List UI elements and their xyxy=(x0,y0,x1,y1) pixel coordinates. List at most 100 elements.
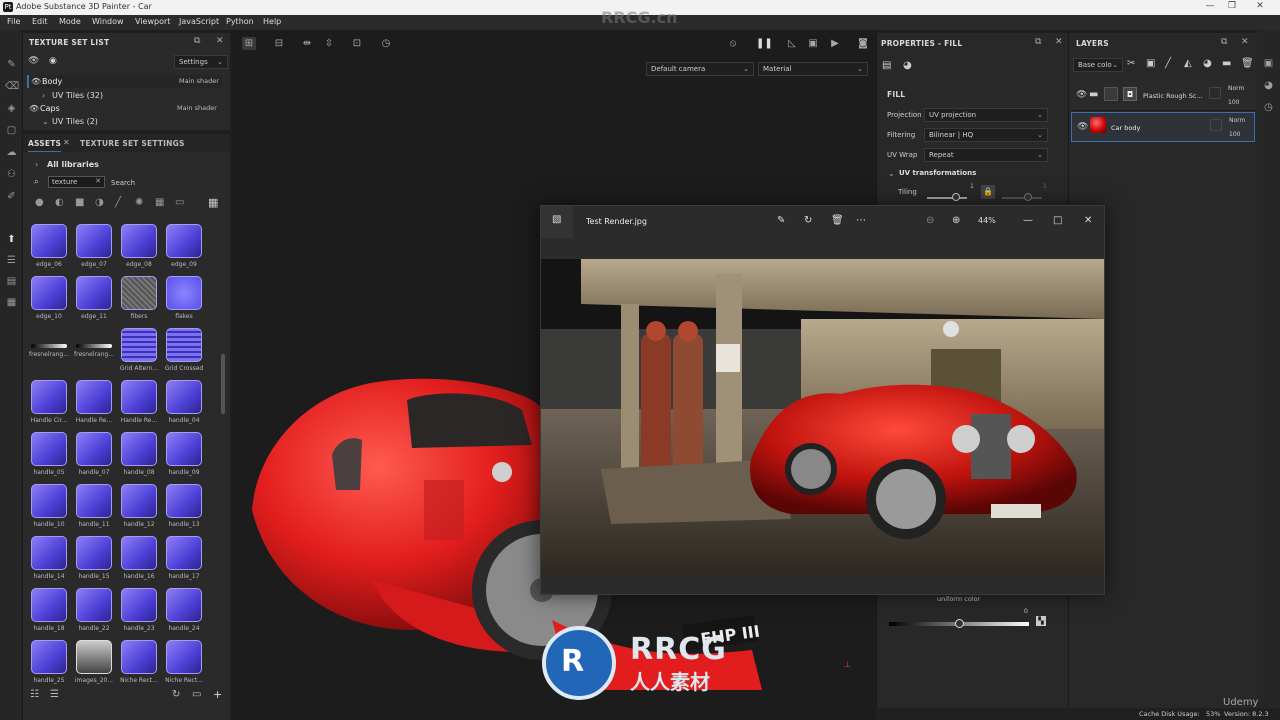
asset-tile[interactable]: handle_10 xyxy=(27,482,71,534)
asset-tile[interactable]: handle_17 xyxy=(162,534,206,586)
asset-tile[interactable]: handle_18 xyxy=(27,586,71,638)
eye-icon[interactable]: 👁 xyxy=(31,77,41,86)
visibility-toggle-icon[interactable]: 👁 xyxy=(28,56,39,66)
uvwrap-dropdown[interactable]: Repeat ⌄ xyxy=(924,148,1048,162)
minimize-icon[interactable]: — xyxy=(1023,215,1033,226)
asset-tile[interactable]: fibers xyxy=(117,274,161,326)
smudge-icon[interactable]: ☁ xyxy=(5,146,18,159)
close-icon[interactable]: ✕ xyxy=(216,36,224,46)
asset-tile[interactable]: handle_12 xyxy=(117,482,161,534)
cube-icon[interactable]: ▣ xyxy=(806,37,820,50)
asset-tile[interactable]: handle_09 xyxy=(162,430,206,482)
grayscale-slider-handle[interactable] xyxy=(955,619,964,628)
tab-texture-set-settings[interactable]: TEXTURE SET SETTINGS xyxy=(80,139,185,148)
solo-icon[interactable]: ◉ xyxy=(49,56,57,66)
folder-icon[interactable]: ▭ xyxy=(192,689,201,700)
frame-icon[interactable]: ⊡ xyxy=(350,37,364,50)
symmetry-x-icon[interactable]: ⇹ xyxy=(300,37,314,50)
symmetry-y-icon[interactable]: ⇳ xyxy=(322,37,336,50)
close-icon[interactable]: ✕ xyxy=(1241,37,1249,47)
eraser-icon[interactable]: ⌫ xyxy=(5,80,19,93)
grid-view-icon[interactable]: ▦ xyxy=(208,196,218,209)
edit-image-icon[interactable]: ✎ xyxy=(777,215,785,226)
layout-single-icon[interactable]: ⊞ xyxy=(242,37,256,50)
tab-assets[interactable]: ASSETS xyxy=(28,139,62,152)
clear-search-icon[interactable]: ✕ xyxy=(95,177,101,185)
library-icon[interactable]: ☰ xyxy=(50,689,59,700)
asset-tile[interactable]: handle_05 xyxy=(27,430,71,482)
brush-filter-icon[interactable]: ╱ xyxy=(115,197,121,208)
menu-file[interactable]: File xyxy=(7,17,20,26)
asset-tile[interactable]: handle_04 xyxy=(162,378,206,430)
maximize-button[interactable]: ❐ xyxy=(1222,1,1242,11)
asset-tile[interactable]: Niche Rect... xyxy=(117,638,161,688)
tiling-slider-track[interactable] xyxy=(927,197,967,199)
material-filter-icon[interactable]: ● xyxy=(35,197,44,208)
asset-tile[interactable]: handle_13 xyxy=(162,482,206,534)
asset-tile[interactable]: handle_14 xyxy=(27,534,71,586)
mask-filter-icon[interactable]: ■ xyxy=(75,197,84,208)
generator-filter-icon[interactable]: ◑ xyxy=(95,197,104,208)
add-effect-icon[interactable]: ✂ xyxy=(1127,58,1135,69)
asset-tile[interactable]: Handle Cir... xyxy=(27,378,71,430)
color-picker-icon[interactable]: ▚ xyxy=(1036,616,1046,626)
asset-tile[interactable]: edge_06 xyxy=(27,222,71,274)
asset-tile[interactable]: fresnelrang... xyxy=(27,326,71,378)
viewport-mode-icon[interactable]: ◺ xyxy=(785,37,799,50)
texture-set-caps[interactable]: 👁 Caps Main shader xyxy=(27,102,223,115)
close-icon[interactable]: ✕ xyxy=(1055,37,1063,47)
collapse-arrow-icon[interactable]: ⌄ xyxy=(42,117,49,126)
history-icon[interactable]: ◷ xyxy=(1262,102,1275,115)
expand-arrow-icon[interactable]: › xyxy=(42,91,45,100)
menu-viewport[interactable]: Viewport xyxy=(135,17,170,26)
asset-tile[interactable]: handle_15 xyxy=(72,534,116,586)
uv-tiles-row[interactable]: ⌄ UV Tiles (2) xyxy=(27,115,223,128)
asset-tile[interactable]: handle_22 xyxy=(72,586,116,638)
layout-grid-icon[interactable]: ⊟ xyxy=(272,37,286,50)
add-mask-icon[interactable]: ▣ xyxy=(1146,58,1155,69)
particle-filter-icon[interactable]: ✺ xyxy=(135,197,143,208)
expand-arrow-icon[interactable]: › xyxy=(35,160,38,169)
blend-mode[interactable]: Norm xyxy=(1229,117,1245,124)
minimize-button[interactable]: — xyxy=(1200,1,1220,11)
asset-tile[interactable]: handle_23 xyxy=(117,586,161,638)
layer-row[interactable]: 👁 ▬ ◘ Plastic Rough Sc... Norm 100 xyxy=(1071,81,1255,111)
add-fill-layer-icon[interactable]: ◭ xyxy=(1184,58,1192,69)
zoom-out-icon[interactable]: ⊖ xyxy=(926,215,934,226)
menu-javascript[interactable]: JavaScript xyxy=(179,17,219,26)
all-libraries-label[interactable]: All libraries xyxy=(47,160,99,169)
uv-transformations-title[interactable]: UV transformations xyxy=(899,169,976,177)
projection-icon[interactable]: ◈ xyxy=(5,102,18,115)
undock-icon[interactable]: ⧉ xyxy=(194,36,200,46)
menu-mode[interactable]: Mode xyxy=(59,17,81,26)
asset-tile[interactable]: edge_11 xyxy=(72,274,116,326)
shader-settings-icon[interactable]: ◕ xyxy=(1262,80,1275,93)
smart-material-filter-icon[interactable]: ◐ xyxy=(55,197,64,208)
asset-tile[interactable]: edge_08 xyxy=(117,222,161,274)
tiling-slider-2-handle[interactable] xyxy=(1024,193,1032,201)
asset-tile[interactable]: Niche Rect... xyxy=(162,638,206,688)
filter-list-icon[interactable]: ☷ xyxy=(30,689,39,700)
layer-visibility-icon[interactable]: 👁 xyxy=(1077,122,1088,132)
shelf-icon[interactable]: ▦ xyxy=(5,296,18,309)
asset-tile[interactable]: flakes xyxy=(162,274,206,326)
pause-icon[interactable]: ❚❚ xyxy=(756,37,773,50)
camera-dropdown[interactable]: Default camera ⌄ xyxy=(646,62,754,76)
material-mode-dropdown[interactable]: Material ⌄ xyxy=(758,62,868,76)
menu-python[interactable]: Python xyxy=(226,17,254,26)
asset-tile[interactable]: handle_24 xyxy=(162,586,206,638)
collapse-arrow-icon[interactable]: ⌄ xyxy=(888,169,895,178)
asset-tile[interactable]: handle_16 xyxy=(117,534,161,586)
maximize-icon[interactable]: □ xyxy=(1053,215,1062,226)
tiling-slider-2-track[interactable] xyxy=(1002,197,1042,199)
asset-tile[interactable]: fresnelrang... xyxy=(72,326,116,378)
undock-icon[interactable]: ⧉ xyxy=(1035,37,1041,47)
environment-filter-icon[interactable]: ▭ xyxy=(175,197,184,208)
layers-panel-icon[interactable]: ☰ xyxy=(5,254,18,267)
hide-icon[interactable]: ⦸ xyxy=(726,37,740,50)
asset-tile[interactable]: Handle Re... xyxy=(117,378,161,430)
undock-icon[interactable]: ⧉ xyxy=(1221,37,1227,47)
asset-tile[interactable]: handle_11 xyxy=(72,482,116,534)
close-window-button[interactable]: ✕ xyxy=(1250,1,1270,11)
refresh-icon[interactable]: ↻ xyxy=(172,689,180,700)
